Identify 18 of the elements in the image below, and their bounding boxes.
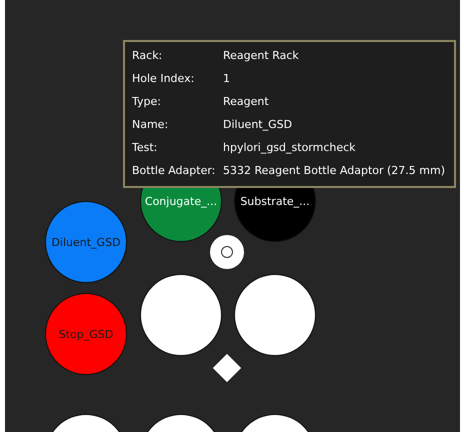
property-value: 1 [223,71,230,88]
property-value: hpylori_gsd_stormcheck [223,140,356,156]
property-label: Name: [132,117,170,134]
property-label: Test: [132,140,158,156]
property-value: Reagent Rack [223,48,299,64]
bottle-well[interactable]: Diluent_GSD [45,201,127,283]
property-label: Rack: [132,48,164,64]
bottle-well[interactable]: Stop_GSD [45,293,127,375]
small-well[interactable] [210,235,244,269]
well-label: Stop_GSD [58,328,114,340]
well-label: Substrate_... [240,194,310,208]
property-value: Reagent [223,94,269,110]
ring-icon [221,246,233,258]
property-label: Type: [132,94,162,110]
well-label: Diluent_GSD [51,236,121,248]
property-label: Hole Index: [132,71,196,88]
well-label: Conjugate_... [144,194,218,208]
property-value: Diluent_GSD [223,117,292,134]
